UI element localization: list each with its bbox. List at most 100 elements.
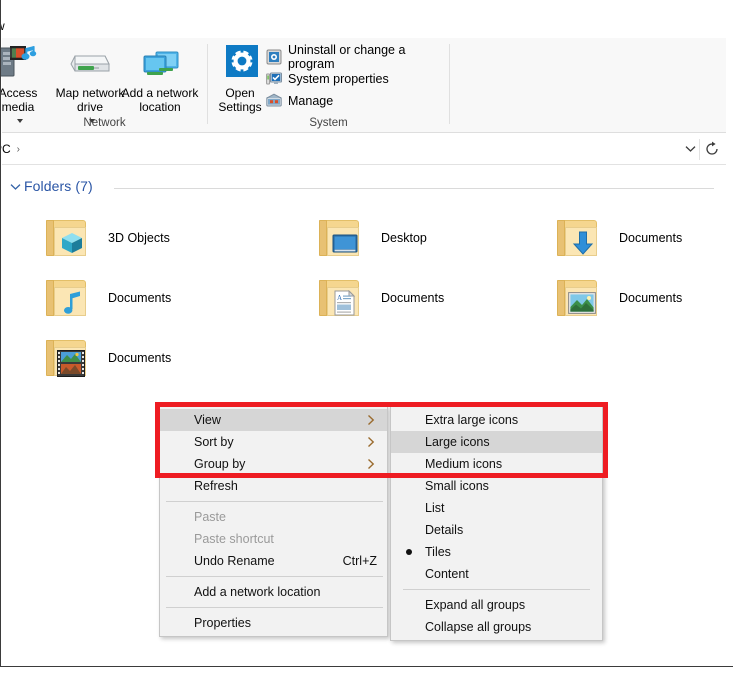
menu-item-view[interactable]: View bbox=[160, 409, 387, 431]
list-item[interactable]: Documents bbox=[555, 269, 726, 327]
menu-item-label: Undo Rename bbox=[194, 554, 275, 568]
menu-separator bbox=[166, 576, 383, 577]
menu-item-group-by[interactable]: Group by bbox=[160, 453, 387, 475]
menu-item-paste-shortcut: Paste shortcut bbox=[160, 528, 387, 550]
group-header-folders[interactable]: Folders (7) bbox=[2, 178, 726, 198]
menu-item-label: Sort by bbox=[194, 435, 234, 449]
submenu-item-expand-all-groups[interactable]: Expand all groups bbox=[391, 594, 602, 616]
folder-icon bbox=[555, 214, 607, 262]
list-item[interactable]: Documents bbox=[555, 209, 726, 267]
document-page-emblem: A bbox=[332, 289, 358, 316]
context-menu[interactable]: View Sort by Group by Refresh Paste Past bbox=[159, 406, 388, 637]
address-bar: PC › bbox=[1, 134, 726, 165]
svg-text:A: A bbox=[337, 294, 342, 302]
folder-icon bbox=[555, 274, 607, 322]
system-properties-icon bbox=[266, 71, 282, 87]
menu-item-add-network-location[interactable]: Add a network location bbox=[160, 581, 387, 603]
address-history-chevron-down-icon[interactable] bbox=[685, 144, 696, 156]
access-media-label: Access media bbox=[0, 86, 38, 114]
refresh-icon[interactable] bbox=[704, 141, 722, 159]
chevron-right-icon bbox=[367, 458, 375, 470]
uninstall-program-command[interactable]: Uninstall or change a program bbox=[266, 43, 449, 71]
submenu-item-content[interactable]: Content bbox=[391, 563, 602, 585]
menu-item-label: Details bbox=[425, 523, 464, 537]
menu-item-label: Extra large icons bbox=[425, 413, 519, 427]
picture-emblem bbox=[568, 292, 596, 314]
menu-item-label: Refresh bbox=[194, 479, 238, 493]
open-settings-label: Open Settings bbox=[218, 86, 262, 114]
manage-command[interactable]: Manage bbox=[266, 90, 333, 112]
radio-selected-icon bbox=[406, 549, 412, 555]
ribbon-group-system: Open Settings Uninstall or change a prog… bbox=[208, 38, 449, 132]
submenu-item-tiles[interactable]: Tiles bbox=[391, 541, 602, 563]
manage-icon bbox=[266, 93, 282, 109]
folder-icon bbox=[44, 214, 96, 262]
submenu-item-large-icons[interactable]: Large icons bbox=[391, 431, 602, 453]
breadcrumb-item-pc[interactable]: PC bbox=[1, 142, 11, 156]
uninstall-program-label: Uninstall or change a program bbox=[288, 43, 406, 71]
list-item-label: 3D Objects bbox=[108, 230, 170, 245]
menu-item-sort-by[interactable]: Sort by bbox=[160, 431, 387, 453]
group-header-rule bbox=[114, 188, 714, 189]
add-network-location-button[interactable]: Add a network location bbox=[116, 42, 204, 114]
list-item[interactable]: Documents bbox=[44, 329, 274, 387]
ribbon-group-network: Access media Map network drive Add a net… bbox=[0, 38, 207, 132]
group-count: (7) bbox=[75, 178, 93, 194]
menu-item-label: Large icons bbox=[425, 435, 490, 449]
menu-item-label: Tiles bbox=[425, 545, 451, 559]
chevron-down-icon[interactable] bbox=[10, 182, 21, 194]
breadcrumb[interactable]: PC › bbox=[1, 142, 26, 156]
menu-item-label: View bbox=[194, 413, 221, 427]
submenu-item-list[interactable]: List bbox=[391, 497, 602, 519]
add-network-location-icon bbox=[116, 44, 204, 82]
menu-item-label: Content bbox=[425, 567, 469, 581]
menu-item-label: Add a network location bbox=[194, 585, 321, 599]
submenu-item-collapse-all-groups[interactable]: Collapse all groups bbox=[391, 616, 602, 638]
ribbon-group-divider-2 bbox=[449, 44, 450, 124]
open-settings-button[interactable]: Open Settings bbox=[212, 42, 268, 114]
music-note-emblem bbox=[59, 290, 85, 316]
folder-icon: A bbox=[317, 274, 369, 322]
access-media-icon bbox=[1, 44, 50, 82]
chevron-right-icon bbox=[367, 414, 375, 426]
submenu-item-extra-large-icons[interactable]: Extra large icons bbox=[391, 409, 602, 431]
tab-view[interactable]: w bbox=[1, 19, 5, 33]
ribbon: Access media Map network drive Add a net… bbox=[0, 38, 726, 133]
submenu-item-small-icons[interactable]: Small icons bbox=[391, 475, 602, 497]
menu-item-accelerator: Ctrl+Z bbox=[342, 554, 377, 568]
menu-separator bbox=[166, 607, 383, 608]
menu-item-refresh[interactable]: Refresh bbox=[160, 475, 387, 497]
folder-icon bbox=[317, 214, 369, 262]
folder-icon bbox=[44, 334, 96, 382]
menu-item-properties[interactable]: Properties bbox=[160, 612, 387, 634]
menu-item-label: Group by bbox=[194, 457, 246, 471]
menu-item-undo-rename[interactable]: Undo Rename Ctrl+Z bbox=[160, 550, 387, 572]
uninstall-program-icon bbox=[266, 49, 282, 65]
access-media-button[interactable]: Access media bbox=[0, 42, 50, 128]
list-item[interactable]: 3D Objects bbox=[44, 209, 274, 267]
group-title: Folders (7) bbox=[24, 178, 93, 194]
menu-item-label: Small icons bbox=[425, 479, 489, 493]
menu-item-label: List bbox=[425, 501, 445, 515]
list-item[interactable]: A Documents bbox=[317, 269, 547, 327]
list-item-label: Documents bbox=[619, 290, 683, 305]
view-submenu[interactable]: Extra large icons Large icons Medium ico… bbox=[390, 406, 603, 641]
menu-item-label: Properties bbox=[194, 616, 251, 630]
list-item-label: Documents bbox=[381, 290, 445, 305]
breadcrumb-separator-icon[interactable]: › bbox=[17, 144, 20, 155]
menu-item-label: Collapse all groups bbox=[425, 620, 532, 634]
list-item-label: Documents bbox=[108, 290, 172, 305]
system-properties-command[interactable]: System properties bbox=[266, 68, 389, 90]
menu-item-label: Paste bbox=[194, 510, 226, 524]
submenu-item-medium-icons[interactable]: Medium icons bbox=[391, 453, 602, 475]
explorer-window: w bbox=[0, 0, 733, 667]
list-item[interactable]: Desktop bbox=[317, 209, 547, 267]
list-item-label: Documents bbox=[619, 230, 683, 245]
chevron-right-icon bbox=[367, 436, 375, 448]
3d-cube-emblem bbox=[59, 230, 85, 256]
list-item[interactable]: Documents bbox=[44, 269, 274, 327]
submenu-item-details[interactable]: Details bbox=[391, 519, 602, 541]
menu-item-label: Paste shortcut bbox=[194, 532, 274, 546]
ribbon-group-network-label: Network bbox=[83, 117, 126, 129]
film-strip-emblem bbox=[57, 350, 85, 377]
